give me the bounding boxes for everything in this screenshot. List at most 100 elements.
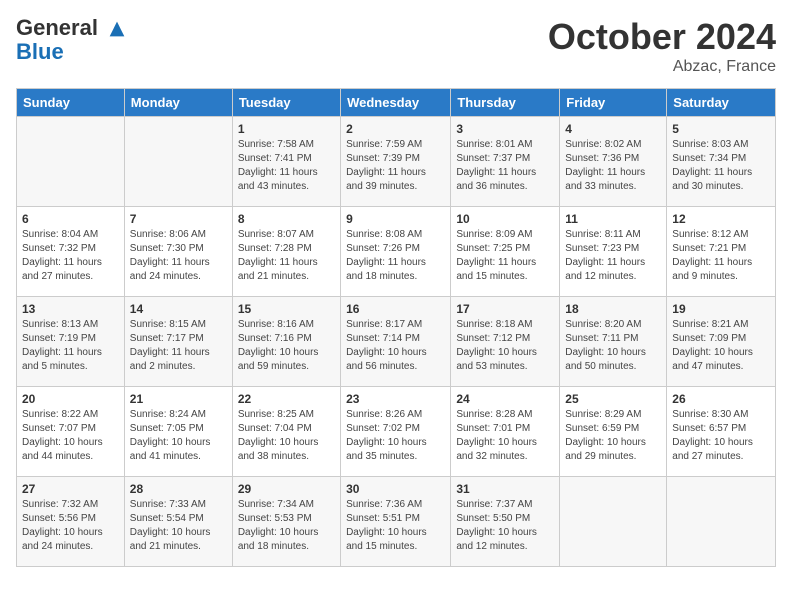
calendar-cell: 6 Sunrise: 8:04 AMSunset: 7:32 PMDaylight… (17, 207, 125, 297)
day-number: 11 (565, 212, 661, 226)
cell-sun-info: Sunrise: 8:21 AMSunset: 7:09 PMDaylight:… (672, 318, 770, 374)
calendar-cell: 25 Sunrise: 8:29 AMSunset: 6:59 PMDayligh… (560, 387, 667, 477)
calendar-cell: 21Sunrise: 8:24 AMSunset: 7:05 PMDayligh… (124, 387, 232, 477)
day-number: 17 (456, 302, 554, 316)
calendar-week-row: 20Sunrise: 8:22 AMSunset: 7:07 PMDayligh… (17, 387, 776, 477)
day-number: 3 (456, 122, 554, 136)
calendar-cell (560, 477, 667, 567)
day-number: 26 (672, 392, 770, 406)
logo-icon (106, 18, 128, 40)
calendar-table: SundayMondayTuesdayWednesdayThursdayFrid… (16, 88, 776, 567)
cell-sun-info: Sunrise: 8:11 AMSunset: 7:23 PMDaylight:… (565, 228, 661, 284)
logo: General Blue (16, 16, 128, 64)
day-number: 18 (565, 302, 661, 316)
calendar-cell: 27 Sunrise: 7:32 AMSunset: 5:56 PMDayligh… (17, 477, 125, 567)
calendar-cell: 19 Sunrise: 8:21 AMSunset: 7:09 PMDayligh… (667, 297, 776, 387)
cell-sun-info: Sunrise: 8:13 AMSunset: 7:19 PMDaylight:… (22, 318, 119, 374)
location-subtitle: Abzac, France (548, 58, 776, 76)
cell-sun-info: Sunrise: 7:36 AMSunset: 5:51 PMDaylight:… (346, 498, 445, 554)
calendar-cell: 12 Sunrise: 8:12 AMSunset: 7:21 PMDayligh… (667, 207, 776, 297)
cell-sun-info: Sunrise: 7:32 AMSunset: 5:56 PMDaylight:… (22, 498, 119, 554)
day-number: 4 (565, 122, 661, 136)
calendar-cell (17, 117, 125, 207)
calendar-week-row: 1 Sunrise: 7:58 AMSunset: 7:41 PMDaylight… (17, 117, 776, 207)
calendar-cell: 20Sunrise: 8:22 AMSunset: 7:07 PMDayligh… (17, 387, 125, 477)
day-number: 14 (130, 302, 227, 316)
cell-sun-info: Sunrise: 8:25 AMSunset: 7:04 PMDaylight:… (238, 408, 335, 464)
cell-sun-info: Sunrise: 7:37 AMSunset: 5:50 PMDaylight:… (456, 498, 554, 554)
day-number: 25 (565, 392, 661, 406)
cell-sun-info: Sunrise: 8:06 AMSunset: 7:30 PMDaylight:… (130, 228, 227, 284)
day-number: 1 (238, 122, 335, 136)
day-number: 6 (22, 212, 119, 226)
title-block: October 2024 Abzac, France (548, 16, 776, 76)
cell-sun-info: Sunrise: 8:24 AMSunset: 7:05 PMDaylight:… (130, 408, 227, 464)
cell-sun-info: Sunrise: 8:08 AMSunset: 7:26 PMDaylight:… (346, 228, 445, 284)
cell-sun-info: Sunrise: 8:02 AMSunset: 7:36 PMDaylight:… (565, 138, 661, 194)
logo-text-general: General (16, 15, 98, 40)
calendar-cell: 7 Sunrise: 8:06 AMSunset: 7:30 PMDaylight… (124, 207, 232, 297)
calendar-cell: 4 Sunrise: 8:02 AMSunset: 7:36 PMDaylight… (560, 117, 667, 207)
page-header: General Blue October 2024 Abzac, France (16, 16, 776, 76)
calendar-cell: 13Sunrise: 8:13 AMSunset: 7:19 PMDayligh… (17, 297, 125, 387)
calendar-cell: 8Sunrise: 8:07 AMSunset: 7:28 PMDaylight… (232, 207, 340, 297)
calendar-cell: 5 Sunrise: 8:03 AMSunset: 7:34 PMDaylight… (667, 117, 776, 207)
cell-sun-info: Sunrise: 8:01 AMSunset: 7:37 PMDaylight:… (456, 138, 554, 194)
cell-sun-info: Sunrise: 7:34 AMSunset: 5:53 PMDaylight:… (238, 498, 335, 554)
day-number: 19 (672, 302, 770, 316)
cell-sun-info: Sunrise: 8:16 AMSunset: 7:16 PMDaylight:… (238, 318, 335, 374)
cell-sun-info: Sunrise: 7:58 AMSunset: 7:41 PMDaylight:… (238, 138, 335, 194)
calendar-week-row: 6 Sunrise: 8:04 AMSunset: 7:32 PMDaylight… (17, 207, 776, 297)
calendar-cell: 22Sunrise: 8:25 AMSunset: 7:04 PMDayligh… (232, 387, 340, 477)
cell-sun-info: Sunrise: 8:07 AMSunset: 7:28 PMDaylight:… (238, 228, 335, 284)
cell-sun-info: Sunrise: 7:33 AMSunset: 5:54 PMDaylight:… (130, 498, 227, 554)
column-header-saturday: Saturday (667, 89, 776, 117)
calendar-cell: 3 Sunrise: 8:01 AMSunset: 7:37 PMDaylight… (451, 117, 560, 207)
day-number: 29 (238, 482, 335, 496)
logo-text-blue: Blue (16, 40, 128, 64)
calendar-cell: 18 Sunrise: 8:20 AMSunset: 7:11 PMDayligh… (560, 297, 667, 387)
day-number: 12 (672, 212, 770, 226)
calendar-cell: 10 Sunrise: 8:09 AMSunset: 7:25 PMDayligh… (451, 207, 560, 297)
calendar-cell: 17Sunrise: 8:18 AMSunset: 7:12 PMDayligh… (451, 297, 560, 387)
day-number: 24 (456, 392, 554, 406)
column-header-thursday: Thursday (451, 89, 560, 117)
cell-sun-info: Sunrise: 8:12 AMSunset: 7:21 PMDaylight:… (672, 228, 770, 284)
calendar-cell: 28 Sunrise: 7:33 AMSunset: 5:54 PMDayligh… (124, 477, 232, 567)
cell-sun-info: Sunrise: 8:09 AMSunset: 7:25 PMDaylight:… (456, 228, 554, 284)
day-number: 10 (456, 212, 554, 226)
calendar-cell: 26Sunrise: 8:30 AMSunset: 6:57 PMDayligh… (667, 387, 776, 477)
cell-sun-info: Sunrise: 8:04 AMSunset: 7:32 PMDaylight:… (22, 228, 119, 284)
day-number: 15 (238, 302, 335, 316)
calendar-cell (124, 117, 232, 207)
calendar-cell: 16 Sunrise: 8:17 AMSunset: 7:14 PMDayligh… (341, 297, 451, 387)
calendar-cell: 29 Sunrise: 7:34 AMSunset: 5:53 PMDayligh… (232, 477, 340, 567)
calendar-cell: 15 Sunrise: 8:16 AMSunset: 7:16 PMDayligh… (232, 297, 340, 387)
day-number: 28 (130, 482, 227, 496)
column-header-friday: Friday (560, 89, 667, 117)
day-number: 7 (130, 212, 227, 226)
calendar-cell: 2Sunrise: 7:59 AMSunset: 7:39 PMDaylight… (341, 117, 451, 207)
cell-sun-info: Sunrise: 8:29 AMSunset: 6:59 PMDaylight:… (565, 408, 661, 464)
day-number: 27 (22, 482, 119, 496)
month-title: October 2024 (548, 16, 776, 58)
calendar-cell: 23Sunrise: 8:26 AMSunset: 7:02 PMDayligh… (341, 387, 451, 477)
calendar-cell: 24Sunrise: 8:28 AMSunset: 7:01 PMDayligh… (451, 387, 560, 477)
calendar-cell (667, 477, 776, 567)
day-number: 16 (346, 302, 445, 316)
calendar-cell: 31Sunrise: 7:37 AMSunset: 5:50 PMDayligh… (451, 477, 560, 567)
column-header-sunday: Sunday (17, 89, 125, 117)
day-number: 30 (346, 482, 445, 496)
calendar-cell: 11 Sunrise: 8:11 AMSunset: 7:23 PMDayligh… (560, 207, 667, 297)
cell-sun-info: Sunrise: 8:17 AMSunset: 7:14 PMDaylight:… (346, 318, 445, 374)
cell-sun-info: Sunrise: 8:03 AMSunset: 7:34 PMDaylight:… (672, 138, 770, 194)
column-header-monday: Monday (124, 89, 232, 117)
calendar-week-row: 13Sunrise: 8:13 AMSunset: 7:19 PMDayligh… (17, 297, 776, 387)
day-number: 20 (22, 392, 119, 406)
cell-sun-info: Sunrise: 8:20 AMSunset: 7:11 PMDaylight:… (565, 318, 661, 374)
day-number: 2 (346, 122, 445, 136)
day-number: 9 (346, 212, 445, 226)
cell-sun-info: Sunrise: 8:26 AMSunset: 7:02 PMDaylight:… (346, 408, 445, 464)
column-header-wednesday: Wednesday (341, 89, 451, 117)
day-number: 5 (672, 122, 770, 136)
